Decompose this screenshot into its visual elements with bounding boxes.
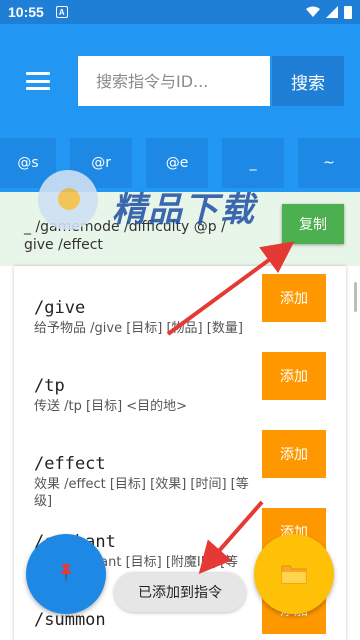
list-item: /tp 传送 /tp [目标] <目的地> 添加 (14, 344, 346, 422)
command-output-panel: _ /gamemode /difficulty @p / give /effec… (0, 192, 360, 266)
signal-icon (326, 6, 338, 18)
folder-icon (281, 565, 307, 584)
chip-tilde[interactable]: ~ (298, 138, 360, 188)
pin-fab-button[interactable] (26, 534, 106, 614)
toast-message: 已添加到指令 (114, 572, 246, 612)
list-item: /effect 效果 /effect [目标] [效果] [时间] [等级] 添… (14, 422, 346, 509)
command-title: /effect (34, 454, 106, 474)
status-icons (306, 5, 352, 19)
quick-chip-row: @s @r @e _ ~ (0, 136, 360, 192)
copy-button[interactable]: 复制 (282, 204, 344, 244)
chip-at-s[interactable]: @s (0, 138, 57, 188)
add-button[interactable]: 添加 (262, 274, 326, 322)
command-title: /tp (34, 376, 65, 396)
list-item: /give 给予物品 /give [目标] [物品] [数量] 添加 (14, 266, 346, 344)
menu-icon[interactable] (20, 66, 56, 96)
add-button[interactable]: 添加 (262, 430, 326, 478)
status-time: 10:55 (8, 4, 44, 20)
chip-at-r[interactable]: @r (70, 138, 133, 188)
wifi-icon (306, 6, 320, 17)
app-bar: 搜索 (0, 24, 360, 136)
folder-fab-button[interactable] (254, 534, 334, 614)
command-desc: 传送 /tp [目标] <目的地> (34, 399, 188, 414)
battery-icon (344, 5, 352, 19)
search-input[interactable] (96, 71, 270, 91)
search-box[interactable] (78, 56, 270, 106)
command-desc: 给予物品 /give [目标] [物品] [数量] (34, 321, 243, 336)
command-output-text: _ /gamemode /difficulty @p / give /effec… (24, 219, 226, 253)
pushpin-icon (60, 564, 72, 584)
search-button[interactable]: 搜索 (272, 56, 344, 106)
chip-underscore[interactable]: _ (222, 138, 285, 188)
notification-a-icon: A (55, 6, 68, 18)
scrollbar-thumb[interactable] (354, 282, 357, 312)
command-title: /give (34, 298, 86, 318)
chip-at-e[interactable]: @e (146, 138, 209, 188)
status-bar: 10:55 A (0, 0, 360, 24)
add-button[interactable]: 添加 (262, 352, 326, 400)
